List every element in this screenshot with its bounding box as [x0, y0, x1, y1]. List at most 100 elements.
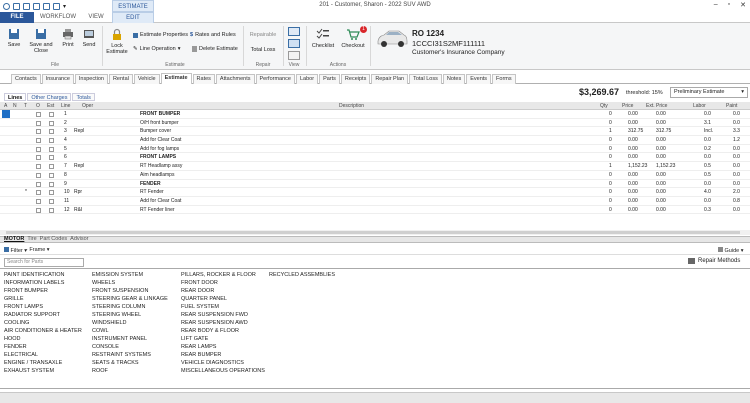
- cell-price[interactable]: 0.00: [628, 119, 638, 127]
- parts-category-link[interactable]: RESTRAINT SYSTEMS: [92, 351, 168, 359]
- print-button[interactable]: Print: [59, 28, 77, 48]
- cell-desc[interactable]: Add for Clear Coat: [140, 197, 181, 205]
- cell-paint[interactable]: 0.0: [733, 153, 740, 161]
- cell-qty[interactable]: 0: [609, 197, 612, 205]
- frame-dropdown[interactable]: · Frame ▾: [26, 247, 50, 253]
- cell-oper[interactable]: R&I: [74, 206, 82, 214]
- parts-category-link[interactable]: COOLING: [4, 319, 82, 327]
- cell-paint[interactable]: 0.0: [733, 180, 740, 188]
- cell-line[interactable]: 5: [64, 145, 67, 153]
- tab-vehicle[interactable]: Vehicle: [133, 74, 160, 84]
- cell-paint[interactable]: 0.0: [733, 110, 740, 118]
- parts-category-link[interactable]: INSTRUMENT PANEL: [92, 335, 168, 343]
- cell-ext-price[interactable]: 0.00: [656, 153, 666, 161]
- cell-labor[interactable]: 0.0: [704, 110, 711, 118]
- cell-desc[interactable]: FRONT LAMPS: [140, 153, 176, 161]
- tab-contacts[interactable]: Contacts: [11, 74, 41, 84]
- cell-line[interactable]: 7: [64, 162, 67, 170]
- checklist-button[interactable]: Checklist: [310, 28, 336, 49]
- rates-rules-button[interactable]: $ Rates and Rules: [190, 32, 236, 38]
- cell-price[interactable]: 0.00: [628, 136, 638, 144]
- cell-labor[interactable]: 3.1: [704, 119, 711, 127]
- cell-oper[interactable]: Rpr: [74, 188, 82, 196]
- est-checkbox[interactable]: [49, 129, 54, 135]
- table-row[interactable]: 3 Repl Bumper cover 1 312.75 312.75 Incl. 3.3: [0, 127, 750, 137]
- tab-total-loss[interactable]: Total Loss: [409, 74, 442, 84]
- cell-qty[interactable]: 0: [609, 206, 612, 214]
- cell-qty[interactable]: 0: [609, 171, 612, 179]
- est-checkbox[interactable]: [49, 207, 54, 213]
- line-operation-dropdown[interactable]: ✎ Line Operation ▾: [133, 46, 180, 52]
- tab-events[interactable]: Events: [466, 74, 492, 84]
- cell-labor[interactable]: 0.0: [704, 180, 711, 188]
- cell-labor[interactable]: 0.0: [704, 197, 711, 205]
- cell-labor[interactable]: 0.5: [704, 171, 711, 179]
- cell-desc[interactable]: Aim headlamps: [140, 171, 174, 179]
- cell-qty[interactable]: 0: [609, 145, 612, 153]
- cell-ext-price[interactable]: 0.00: [656, 206, 666, 214]
- cell-ext-price[interactable]: 0.00: [656, 136, 666, 144]
- parts-category-link[interactable]: FRONT SUSPENSION: [92, 287, 168, 295]
- cell-labor[interactable]: 0.5: [704, 162, 711, 170]
- tab-lines[interactable]: Lines: [4, 93, 27, 101]
- cell-paint[interactable]: 0.8: [733, 197, 740, 205]
- est-checkbox[interactable]: [49, 138, 54, 144]
- est-checkbox[interactable]: [49, 172, 54, 178]
- cell-labor[interactable]: 0.3: [704, 206, 711, 214]
- cell-ext-price[interactable]: 1,152.23: [656, 162, 675, 170]
- view-list-icon[interactable]: [288, 27, 300, 36]
- scrollbar-thumb[interactable]: [6, 231, 740, 234]
- cell-price[interactable]: 0.00: [628, 206, 638, 214]
- col-ext-price[interactable]: Ext. Price: [646, 102, 667, 109]
- cell-oper[interactable]: Repl: [74, 127, 84, 135]
- cell-line[interactable]: 1: [64, 110, 67, 118]
- cell-desc[interactable]: Bumper cover: [140, 127, 171, 135]
- parts-category-link[interactable]: RADIATOR SUPPORT: [4, 311, 82, 319]
- parts-category-link[interactable]: STEERING GEAR & LINKAGE: [92, 295, 168, 303]
- parts-category-link[interactable]: STEERING WHEEL: [92, 311, 168, 319]
- parts-category-link[interactable]: WINDSHIELD: [92, 319, 168, 327]
- parts-category-link[interactable]: EXHAUST SYSTEM: [4, 367, 82, 375]
- row-checkbox[interactable]: [36, 155, 41, 161]
- cell-line[interactable]: 4: [64, 136, 67, 144]
- cell-desc[interactable]: RT Fender liner: [140, 206, 175, 214]
- parts-category-link[interactable]: RECYCLED ASSEMBLIES: [269, 271, 335, 279]
- cell-qty[interactable]: 0: [609, 110, 612, 118]
- cell-price[interactable]: 1,152.23: [628, 162, 647, 170]
- col-description[interactable]: Description: [339, 102, 364, 109]
- cell-paint[interactable]: 1.2: [733, 136, 740, 144]
- close-icon[interactable]: ✕: [740, 1, 746, 9]
- parts-category-link[interactable]: HOOD: [4, 335, 82, 343]
- tab-insurance[interactable]: Insurance: [41, 74, 74, 84]
- tab-receipts[interactable]: Receipts: [340, 74, 371, 84]
- cell-price[interactable]: 0.00: [628, 188, 638, 196]
- cell-ext-price[interactable]: 0.00: [656, 110, 666, 118]
- view-detail-icon[interactable]: [288, 51, 300, 60]
- parts-category-link[interactable]: EMISSION SYSTEM: [92, 271, 168, 279]
- estimate-type-select[interactable]: Preliminary Estimate ▾: [670, 87, 748, 98]
- cell-ext-price[interactable]: 0.00: [656, 197, 666, 205]
- col-paint[interactable]: Paint: [726, 102, 737, 109]
- panel-splitter[interactable]: [0, 236, 750, 243]
- row-checkbox[interactable]: [36, 138, 41, 144]
- col-oper[interactable]: Oper: [82, 102, 93, 109]
- tab-notes[interactable]: Notes: [442, 74, 466, 84]
- tab-estimate[interactable]: Estimate: [160, 73, 192, 84]
- row-selector[interactable]: [2, 110, 10, 118]
- view-split-icon[interactable]: [288, 39, 300, 48]
- col-line[interactable]: Line: [61, 102, 70, 109]
- tab-edit[interactable]: EDIT: [112, 12, 154, 23]
- parts-category-link[interactable]: FUEL SYSTEM: [181, 303, 265, 311]
- row-checkbox[interactable]: [36, 181, 41, 187]
- repairable-button[interactable]: Repairable: [246, 32, 280, 38]
- parts-category-link[interactable]: SEATS & TRACKS: [92, 359, 168, 367]
- est-checkbox[interactable]: [49, 120, 54, 126]
- cell-desc[interactable]: FRONT BUMPER: [140, 110, 180, 118]
- tab-totals[interactable]: Totals: [72, 93, 95, 101]
- row-checkbox[interactable]: [36, 146, 41, 152]
- cell-qty[interactable]: 0: [609, 153, 612, 161]
- cell-qty[interactable]: 1: [609, 127, 612, 135]
- col-n[interactable]: N: [13, 102, 17, 109]
- filter-dropdown[interactable]: Filter ▾: [4, 247, 27, 254]
- table-row[interactable]: 11 Add for Clear Coat 0 0.00 0.00 0.0 0.8: [0, 197, 750, 206]
